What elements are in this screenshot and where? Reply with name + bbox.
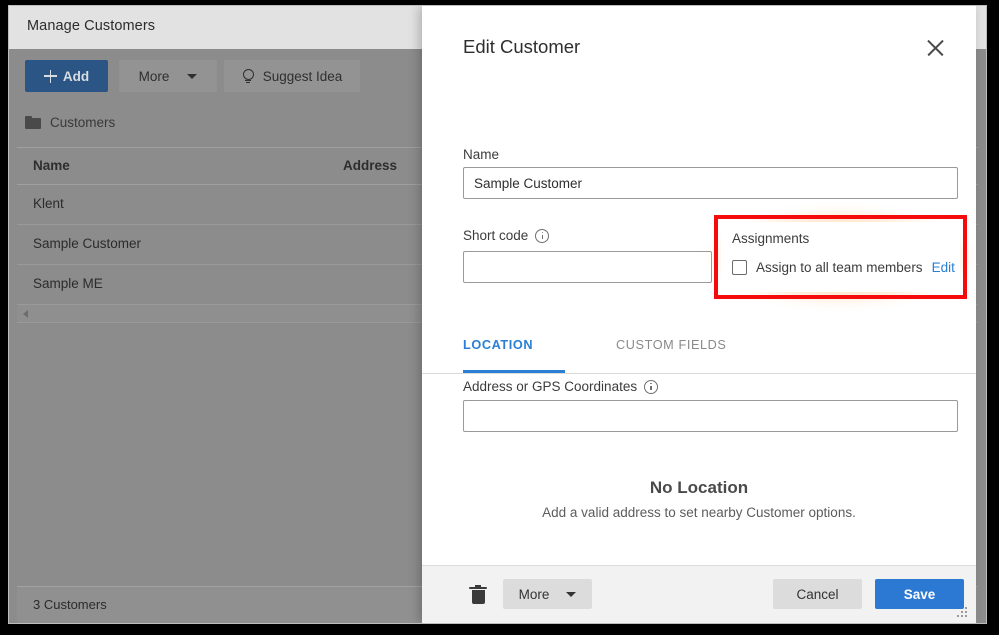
close-icon [926,38,944,56]
tab-location[interactable]: LOCATION [463,338,533,352]
modal-tabs: LOCATION CUSTOM FIELDS [422,328,976,374]
footer-more-label: More [518,586,550,602]
suggest-idea-button[interactable]: Suggest Idea [224,60,360,92]
short-code-field-label: Short code [463,228,550,243]
cancel-button-label: Cancel [796,586,839,602]
save-button[interactable]: Save [875,579,964,609]
modal-body: Name Short code Assignments Assign to al… [422,83,976,566]
screen: Manage Customers Add More Suggest Idea C… [0,0,999,635]
edit-customer-modal: Edit Customer Name Short code Assignment… [422,6,976,623]
cancel-button[interactable]: Cancel [773,579,862,609]
cell-name: Sample Customer [33,236,142,251]
plus-icon [43,69,57,83]
cell-name: Klent [33,196,64,211]
manage-customers-window: Manage Customers Add More Suggest Idea C… [9,6,986,623]
no-location-subtitle: Add a valid address to set nearby Custom… [542,505,856,520]
window-title: Manage Customers [27,18,156,34]
toolbar-more-button[interactable]: More [119,60,217,92]
assign-all-checkbox[interactable] [732,260,747,275]
address-field-label: Address or GPS Coordinates [463,379,659,394]
modal-close-button[interactable] [922,34,948,60]
breadcrumb-label: Customers [50,114,116,130]
tab-custom-fields[interactable]: CUSTOM FIELDS [616,338,727,352]
toolbar-more-label: More [138,68,170,84]
modal-title: Edit Customer [463,36,581,57]
add-button[interactable]: Add [25,60,108,92]
name-input[interactable] [463,167,958,199]
add-button-label: Add [62,68,90,84]
assign-all-team-members-row: Assign to all team members Edit [732,260,955,275]
short-code-input[interactable] [463,251,712,283]
trash-icon[interactable] [469,585,487,606]
resize-grip-handle[interactable] [957,607,968,618]
info-icon[interactable] [535,228,550,243]
folder-icon [25,115,41,129]
footer-more-button[interactable]: More [503,579,592,609]
modal-header: Edit Customer [422,6,976,83]
cell-name: Sample ME [33,276,103,291]
modal-footer: More Cancel Save [422,565,976,623]
assignments-label: Assignments [732,231,810,246]
scroll-left-arrow-icon[interactable] [23,310,28,318]
breadcrumb[interactable]: Customers [25,111,115,133]
lightbulb-icon [242,68,255,84]
chevron-down-icon [566,591,577,597]
save-button-label: Save [903,586,936,602]
assign-all-checkbox-label: Assign to all team members [756,260,923,275]
customer-count-label: 3 Customers [33,597,107,612]
active-tab-indicator [463,370,565,373]
chevron-down-icon [187,73,198,79]
column-header-name[interactable]: Name [33,158,70,173]
suggest-idea-label: Suggest Idea [262,68,343,84]
assignments-highlight-box [714,215,967,299]
no-location-title: No Location [649,478,749,497]
column-header-address[interactable]: Address [343,158,397,173]
address-label-text: Address or GPS Coordinates [463,379,638,394]
name-field-label: Name [463,147,500,162]
address-input[interactable] [463,400,958,432]
info-icon[interactable] [644,379,659,394]
assignments-edit-link[interactable]: Edit [932,260,955,275]
short-code-label-text: Short code [463,228,529,243]
